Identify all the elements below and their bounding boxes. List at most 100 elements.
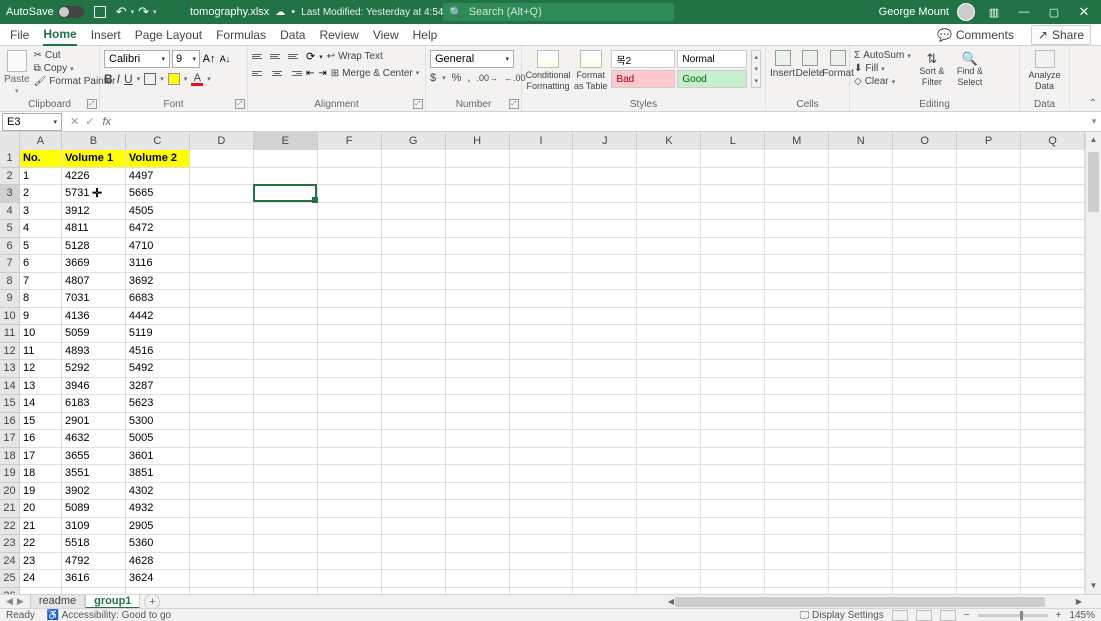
cell-N18[interactable]: [829, 448, 893, 466]
cell-J12[interactable]: [573, 343, 637, 361]
cell-P12[interactable]: [957, 343, 1021, 361]
cell-E10[interactable]: [254, 308, 318, 326]
cell-I16[interactable]: [510, 413, 574, 431]
cell-P13[interactable]: [957, 360, 1021, 378]
italic-button[interactable]: I: [117, 72, 120, 86]
cell-P16[interactable]: [957, 413, 1021, 431]
cell-I8[interactable]: [510, 273, 574, 291]
cell-F6[interactable]: [318, 238, 382, 256]
cell-J6[interactable]: [573, 238, 637, 256]
cell-Q11[interactable]: [1021, 325, 1085, 343]
grow-font-button[interactable]: A↑: [202, 53, 216, 65]
cell-I25[interactable]: [510, 570, 574, 588]
cell-B25[interactable]: 3616: [62, 570, 126, 588]
cell-D6[interactable]: [190, 238, 254, 256]
cell-Q15[interactable]: [1021, 395, 1085, 413]
cell-D4[interactable]: [190, 203, 254, 221]
cell-I4[interactable]: [510, 203, 574, 221]
cell-L3[interactable]: [701, 185, 765, 203]
cell-K6[interactable]: [637, 238, 701, 256]
cell-H14[interactable]: [446, 378, 510, 396]
cell-L9[interactable]: [701, 290, 765, 308]
cell-G15[interactable]: [382, 395, 446, 413]
cell-P20[interactable]: [957, 483, 1021, 501]
cell-J22[interactable]: [573, 518, 637, 536]
cell-M10[interactable]: [765, 308, 829, 326]
cell-Q13[interactable]: [1021, 360, 1085, 378]
cell-I20[interactable]: [510, 483, 574, 501]
fill-button[interactable]: ⬇Fill▾: [854, 63, 911, 74]
cell-G23[interactable]: [382, 535, 446, 553]
bold-button[interactable]: B: [104, 72, 113, 86]
cell-Q2[interactable]: [1021, 168, 1085, 186]
decrease-indent-button[interactable]: ⇤: [306, 68, 314, 79]
vscroll-thumb[interactable]: [1088, 152, 1099, 212]
cell-G13[interactable]: [382, 360, 446, 378]
zoom-out-button[interactable]: −: [964, 610, 970, 621]
cell-E11[interactable]: [254, 325, 318, 343]
cell-E2[interactable]: [254, 168, 318, 186]
cell-C23[interactable]: 5360: [126, 535, 190, 553]
undo-button[interactable]: ↶: [116, 4, 127, 20]
cell-H9[interactable]: [446, 290, 510, 308]
cell-M12[interactable]: [765, 343, 829, 361]
cell-D15[interactable]: [190, 395, 254, 413]
cell-O22[interactable]: [893, 518, 957, 536]
cell-E8[interactable]: [254, 273, 318, 291]
cell-K11[interactable]: [637, 325, 701, 343]
cell-E6[interactable]: [254, 238, 318, 256]
undo-dropdown[interactable]: ▾: [131, 8, 135, 16]
cell-H21[interactable]: [446, 500, 510, 518]
cell-M14[interactable]: [765, 378, 829, 396]
cell-K5[interactable]: [637, 220, 701, 238]
cell-A12[interactable]: 11: [20, 343, 62, 361]
cell-C1[interactable]: Volume 2: [126, 150, 190, 168]
row-header-5[interactable]: 5: [0, 220, 19, 238]
row-header-19[interactable]: 19: [0, 465, 19, 483]
cell-P5[interactable]: [957, 220, 1021, 238]
cell-D21[interactable]: [190, 500, 254, 518]
cell-M7[interactable]: [765, 255, 829, 273]
cell-F12[interactable]: [318, 343, 382, 361]
cell-F4[interactable]: [318, 203, 382, 221]
zoom-level[interactable]: 145%: [1069, 610, 1095, 621]
cell-M20[interactable]: [765, 483, 829, 501]
ribbon-mode-button[interactable]: ▥: [983, 1, 1005, 23]
cell-N25[interactable]: [829, 570, 893, 588]
column-header-D[interactable]: D: [190, 132, 254, 150]
cell-E5[interactable]: [254, 220, 318, 238]
cell-G4[interactable]: [382, 203, 446, 221]
cell-D1[interactable]: [190, 150, 254, 168]
sheet-tab-group1[interactable]: group1: [85, 595, 140, 609]
cell-N15[interactable]: [829, 395, 893, 413]
cell-D8[interactable]: [190, 273, 254, 291]
cell-Q20[interactable]: [1021, 483, 1085, 501]
cell-B8[interactable]: 4807: [62, 273, 126, 291]
cell-N22[interactable]: [829, 518, 893, 536]
cell-N3[interactable]: [829, 185, 893, 203]
cell-N5[interactable]: [829, 220, 893, 238]
cell-M21[interactable]: [765, 500, 829, 518]
cell-F23[interactable]: [318, 535, 382, 553]
cell-N12[interactable]: [829, 343, 893, 361]
column-header-A[interactable]: A: [20, 132, 62, 150]
row-header-17[interactable]: 17: [0, 430, 19, 448]
column-header-J[interactable]: J: [573, 132, 637, 150]
orientation-button[interactable]: ⟳: [306, 50, 315, 63]
row-header-21[interactable]: 21: [0, 500, 19, 518]
cell-Q10[interactable]: [1021, 308, 1085, 326]
cell-C17[interactable]: 5005: [126, 430, 190, 448]
cell-F5[interactable]: [318, 220, 382, 238]
cell-A9[interactable]: 8: [20, 290, 62, 308]
tab-insert[interactable]: Insert: [91, 25, 121, 45]
cell-B4[interactable]: 3912: [62, 203, 126, 221]
cell-D5[interactable]: [190, 220, 254, 238]
cell-M11[interactable]: [765, 325, 829, 343]
cell-N10[interactable]: [829, 308, 893, 326]
cell-O11[interactable]: [893, 325, 957, 343]
cell-K23[interactable]: [637, 535, 701, 553]
cell-F21[interactable]: [318, 500, 382, 518]
scroll-up-button[interactable]: ▲: [1086, 132, 1101, 148]
cell-A17[interactable]: 16: [20, 430, 62, 448]
save-button[interactable]: [90, 6, 110, 18]
